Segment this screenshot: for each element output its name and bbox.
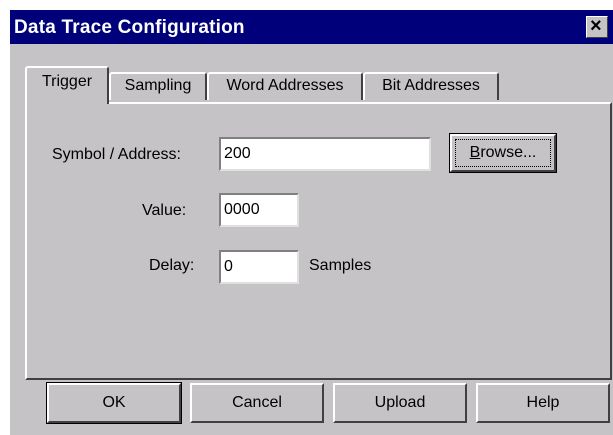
- browse-accelerator: B: [469, 144, 481, 161]
- browse-button[interactable]: Browse...: [449, 133, 557, 173]
- value-input[interactable]: 0000: [219, 193, 299, 227]
- tab-sampling-label: Sampling: [124, 77, 192, 94]
- delay-label: Delay:: [149, 257, 195, 274]
- browse-label: rowse...: [480, 144, 537, 161]
- symbol-address-label: Symbol / Address:: [52, 146, 181, 163]
- tab-bit-addresses-label: Bit Addresses: [382, 77, 480, 94]
- tab-panel-trigger: Symbol / Address: 200 Browse... Value: 0…: [25, 102, 612, 380]
- dialog-window: Data Trace Configuration × Trigger Sampl…: [10, 10, 613, 435]
- tab-word-addresses[interactable]: Word Addresses: [207, 72, 363, 100]
- tab-sampling[interactable]: Sampling: [109, 72, 207, 100]
- tab-bit-addresses[interactable]: Bit Addresses: [363, 72, 499, 100]
- title-bar[interactable]: Data Trace Configuration ×: [10, 10, 613, 44]
- delay-unit-label: Samples: [309, 257, 372, 274]
- delay-input[interactable]: 0: [219, 250, 299, 284]
- tab-word-addresses-label: Word Addresses: [226, 77, 344, 94]
- symbol-address-input[interactable]: 200: [219, 137, 431, 171]
- browse-focus-rect: Browse...: [455, 139, 551, 167]
- upload-button[interactable]: Upload: [333, 383, 467, 423]
- tab-trigger-label: Trigger: [41, 73, 93, 90]
- tab-trigger[interactable]: Trigger: [25, 66, 109, 104]
- help-button[interactable]: Help: [476, 383, 610, 423]
- value-label: Value:: [142, 202, 187, 219]
- window-title: Data Trace Configuration: [14, 17, 245, 38]
- ok-button[interactable]: OK: [46, 382, 182, 424]
- cancel-button[interactable]: Cancel: [190, 383, 324, 423]
- close-button[interactable]: ×: [586, 15, 608, 38]
- close-icon: ×: [590, 15, 602, 37]
